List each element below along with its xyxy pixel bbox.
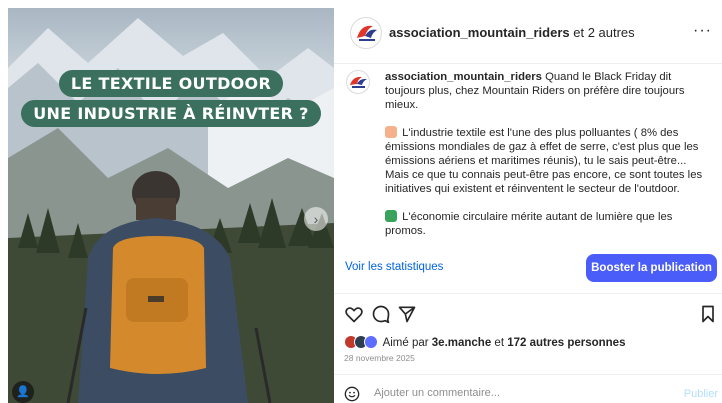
user-tag-icon: 👤 (16, 386, 30, 398)
view-statistics-link[interactable]: Voir les statistiques (345, 261, 443, 273)
post-caption: association_mountain_riders Quand le Bla… (334, 64, 722, 244)
post-actions-bar (334, 304, 722, 328)
comment-input[interactable] (374, 387, 664, 399)
post-date: 28 novembre 2025 (344, 353, 415, 363)
header-suffix: et 2 autres (569, 25, 635, 40)
caption-paragraph-3: L'économie circulaire mérite autant de l… (385, 211, 673, 237)
avatar (364, 335, 378, 349)
chevron-right-icon: › (313, 211, 319, 227)
mountain-scene-illustration (8, 18, 334, 403)
send-icon[interactable] (397, 304, 417, 324)
boost-post-button[interactable]: Booster la publication (586, 254, 717, 282)
more-options-button[interactable]: ··· (693, 22, 712, 40)
mountain-riders-logo-icon (350, 76, 367, 88)
hand-pointing-icon (385, 126, 397, 138)
mountain-riders-logo-icon (357, 25, 377, 41)
account-avatar[interactable] (350, 17, 382, 49)
caption-username[interactable]: association_mountain_riders (385, 71, 542, 83)
likes-others[interactable]: 172 autres personnes (507, 337, 625, 349)
caption-text: association_mountain_riders Quand le Bla… (385, 70, 712, 252)
header-accounts[interactable]: association_mountain_riders et 2 autres (389, 25, 635, 40)
carousel-next-button[interactable]: › (304, 207, 328, 231)
heart-icon[interactable] (344, 304, 364, 324)
header-username[interactable]: association_mountain_riders (389, 25, 570, 40)
publish-comment-button[interactable]: Publier (684, 388, 718, 400)
post-header: association_mountain_riders et 2 autres … (334, 0, 722, 64)
liker-avatars (344, 335, 380, 349)
likes-prefix: Aimé par (382, 337, 432, 349)
caption-paragraph-2: L'industrie textile est l'une des plus p… (385, 127, 703, 195)
user-tag-button[interactable]: 👤 (12, 381, 34, 403)
post-image[interactable]: LE TEXTILE OUTDOOR UNE INDUSTRIE À RÉINV… (8, 8, 334, 403)
smiley-icon[interactable] (344, 386, 360, 402)
post-details-panel: association_mountain_riders et 2 autres … (334, 0, 722, 403)
caption-avatar[interactable] (346, 70, 370, 94)
bookmark-icon[interactable] (698, 304, 718, 324)
comment-icon[interactable] (371, 304, 391, 324)
headline-line-2: UNE INDUSTRIE À RÉINVTER ? (8, 100, 334, 127)
add-comment-bar: Publier (334, 384, 722, 403)
likes-summary[interactable]: Aimé par 3e.manche et 172 autres personn… (344, 335, 625, 351)
liker-username[interactable]: 3e.manche (432, 337, 491, 349)
headline-line-1: LE TEXTILE OUTDOOR (8, 70, 334, 97)
recycle-icon (385, 210, 397, 222)
divider (334, 293, 722, 294)
divider (334, 374, 722, 375)
likes-middle: et (491, 337, 508, 349)
more-horizontal-icon: ··· (693, 22, 712, 39)
